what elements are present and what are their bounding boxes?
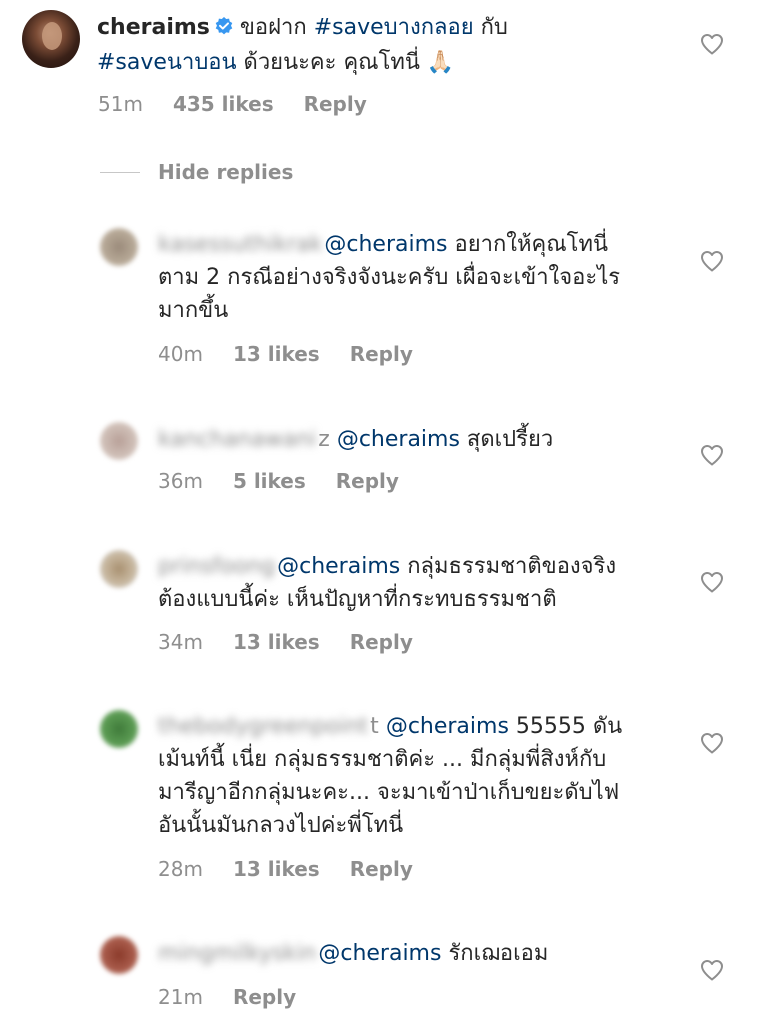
mention-link[interactable]: @cheraims (324, 232, 447, 257)
comment-meta: 51m 435 likes Reply (98, 92, 397, 116)
heart-outline-icon[interactable] (700, 250, 724, 272)
hide-replies-label: Hide replies (158, 160, 294, 184)
comment-meta: 36m 5 likes Reply (158, 469, 429, 493)
mention-link[interactable]: @cheraims (277, 554, 400, 579)
comment-text-part: ต้องแบบนี้ค่ะ เห็นปัญหาที่กระทบธรรมชาติ (158, 587, 557, 612)
timestamp: 28m (158, 857, 203, 881)
comment-text: thebodygreenpointt @cheraims 55555 ดัน เ… (158, 710, 688, 842)
divider (100, 171, 140, 173)
timestamp: 40m (158, 342, 203, 366)
reply-button[interactable]: Reply (336, 469, 399, 493)
hashtag-link[interactable]: #saveบางกลอย (314, 15, 474, 40)
timestamp: 36m (158, 469, 203, 493)
reply-button[interactable]: Reply (350, 630, 413, 654)
comment-text: mingmilkyskin@cheraims รักเฌอเอม (158, 937, 688, 970)
comment-text: prinsfoong@cheraims กลุ่มธรรมชาติของจริง… (158, 550, 688, 616)
timestamp: 34m (158, 630, 203, 654)
timestamp: 51m (98, 92, 143, 116)
reply-button[interactable]: Reply (233, 985, 296, 1009)
avatar[interactable] (100, 422, 138, 460)
comment-meta: 28m 13 likes Reply (158, 857, 443, 881)
comment-meta: 34m 13 likes Reply (158, 630, 443, 654)
heart-outline-icon[interactable] (700, 444, 724, 466)
username-tail: z (318, 427, 330, 452)
likes-count[interactable]: 435 likes (173, 92, 274, 116)
avatar[interactable] (100, 550, 138, 588)
reply-button[interactable]: Reply (350, 342, 413, 366)
likes-count[interactable]: 5 likes (233, 469, 306, 493)
comment-text: kanchanawaniz @cheraims สุดเปรี้ยว (158, 423, 688, 456)
avatar[interactable] (22, 10, 80, 68)
username[interactable]: prinsfoong (158, 550, 275, 583)
likes-count[interactable]: 13 likes (233, 342, 320, 366)
comment-text-part: กลุ่มธรรมชาติของจริง (400, 554, 617, 579)
comment-meta: 21m Reply (158, 985, 326, 1009)
username[interactable]: thebodygreenpoint (158, 710, 368, 743)
mention-link[interactable]: @cheraims (386, 714, 509, 739)
username[interactable]: mingmilkyskin (158, 937, 316, 970)
reply-button[interactable]: Reply (304, 92, 367, 116)
reply-button[interactable]: Reply (350, 857, 413, 881)
hide-replies-toggle[interactable]: Hide replies (100, 156, 293, 188)
likes-count[interactable]: 13 likes (233, 630, 320, 654)
username[interactable]: kasessuthikrak (158, 228, 322, 261)
comment-text-part: ขอฝาก (239, 15, 314, 40)
avatar[interactable] (100, 710, 138, 748)
comment-text-part: สุดเปรี้ยว (459, 427, 554, 452)
comment-text-part: กับ (473, 15, 508, 40)
mention-link[interactable]: @cheraims (337, 427, 460, 452)
likes-count[interactable]: 13 likes (233, 857, 320, 881)
comment-text: cheraims ขอฝาก #saveบางกลอย กับ #saveนาบอ… (97, 11, 687, 79)
heart-outline-icon[interactable] (700, 732, 724, 754)
timestamp: 21m (158, 985, 203, 1009)
username-tail: t (370, 714, 379, 739)
username[interactable]: kanchanawani (158, 423, 316, 456)
comment-text-part: ด้วยนะคะ คุณโทนี่ 🙏🏻 (236, 50, 455, 75)
avatar[interactable] (100, 936, 138, 974)
heart-outline-icon[interactable] (700, 959, 724, 981)
comment-text-part: เม้นท์นี้ เนี่ย กลุ่มธรรมชาติค่ะ ... มีก… (158, 747, 620, 838)
heart-outline-icon[interactable] (700, 33, 724, 55)
heart-outline-icon[interactable] (700, 571, 724, 593)
comment-text-part: 55555 ดัน (508, 714, 623, 739)
hashtag-link[interactable]: #saveนาบอน (97, 50, 237, 75)
comment-text-part: ตาม 2 กรณีอย่างจริงจังนะครับ เผื่อจะเข้า… (158, 265, 621, 323)
avatar[interactable] (100, 228, 138, 266)
comment-meta: 40m 13 likes Reply (158, 342, 443, 366)
comment-text-part: อยากให้คุณโทนี่ (447, 232, 608, 257)
comment-text: kasessuthikrak@cheraims อยากให้คุณโทนี่ … (158, 228, 688, 327)
mention-link[interactable]: @cheraims (318, 941, 441, 966)
verified-badge-icon (214, 13, 234, 46)
comment-text-part: รักเฌอเอม (441, 941, 549, 966)
username[interactable]: cheraims (97, 15, 210, 40)
